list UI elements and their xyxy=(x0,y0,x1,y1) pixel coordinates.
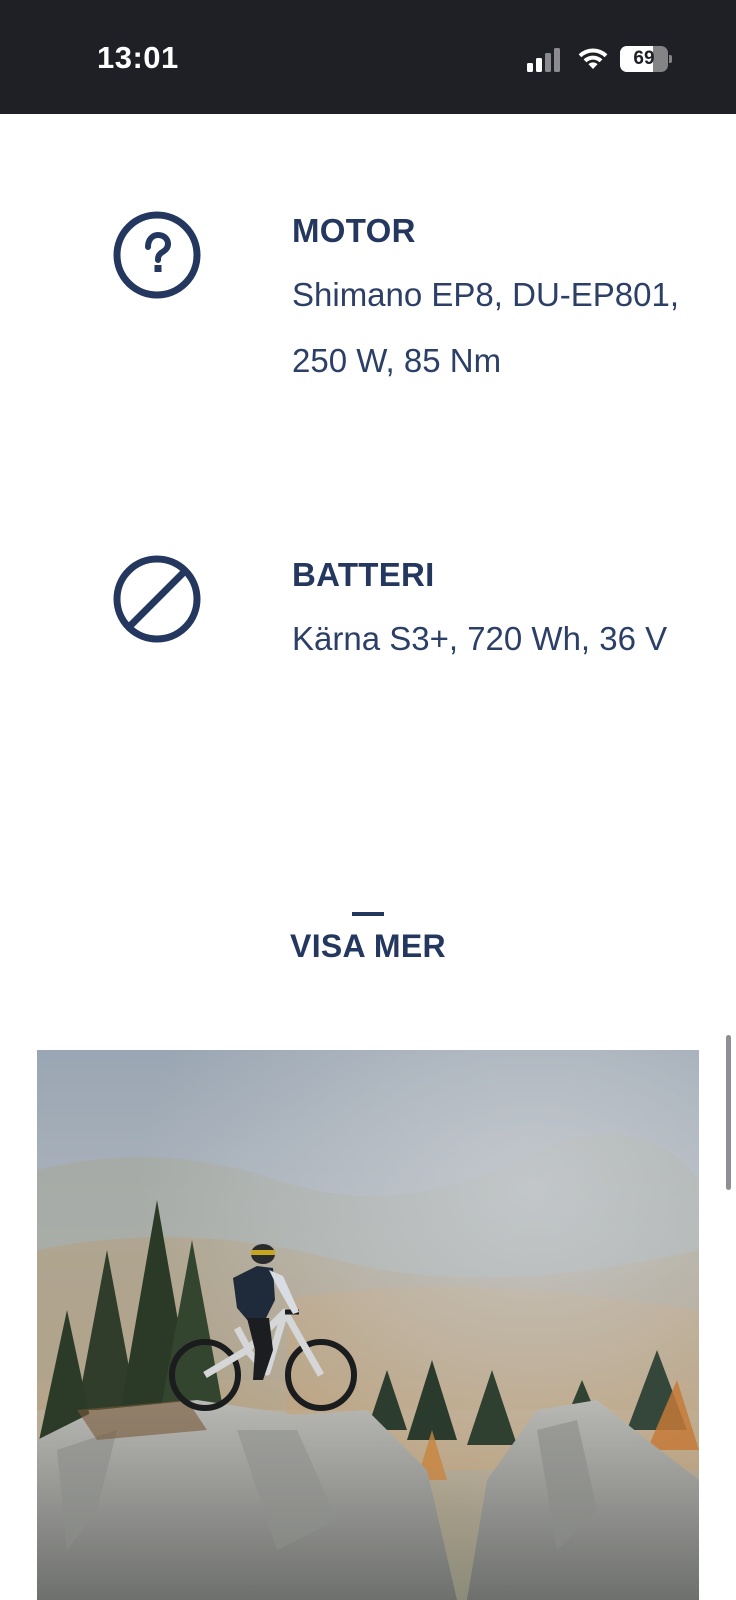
status-bar: 13:01 69 xyxy=(0,0,736,114)
mountain-biker-photo xyxy=(37,1050,699,1600)
spec-title: BATTERI xyxy=(292,556,435,593)
wifi-icon xyxy=(578,48,608,69)
signal-icon xyxy=(527,48,560,72)
spec-title: MOTOR xyxy=(292,212,416,249)
hero-illustration xyxy=(37,1050,699,1600)
show-more-divider xyxy=(352,912,384,916)
spec-value: Kärna S3+, 720 Wh, 36 V xyxy=(292,620,668,657)
spec-value: Shimano EP8, DU-EP801, 250 W, 85 Nm xyxy=(292,276,680,379)
battery-level: 69 xyxy=(633,48,655,69)
scrollbar[interactable] xyxy=(726,1035,731,1190)
show-more: VISA MER xyxy=(0,912,736,965)
battery-icon: 69 xyxy=(620,46,672,72)
show-more-button[interactable]: VISA MER xyxy=(290,928,446,965)
question-circle-icon xyxy=(113,211,201,299)
prohibited-icon xyxy=(113,555,201,643)
status-time: 13:01 xyxy=(97,40,179,75)
